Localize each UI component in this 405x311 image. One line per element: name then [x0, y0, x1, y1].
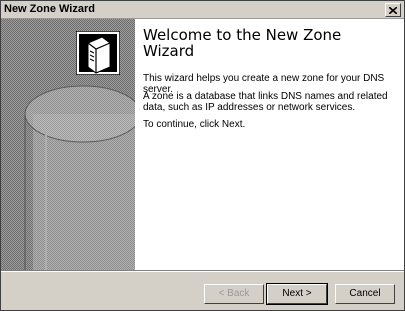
footer-divider	[1, 270, 404, 272]
back-button[interactable]: < Back	[204, 284, 264, 304]
wizard-heading: Welcome to the New Zone Wizard	[143, 26, 342, 60]
window-title: New Zone Wizard	[4, 3, 95, 15]
continue-instruction-text: To continue, click Next.	[143, 119, 246, 130]
wizard-content: Welcome to the New Zone Wizard This wiza…	[75, 19, 404, 270]
zone-description-text: A zone is a database that links DNS name…	[143, 91, 388, 113]
close-icon	[389, 6, 397, 14]
wizard-window: New Zone Wizard Welcome to the New Zone …	[0, 0, 405, 311]
close-button[interactable]	[385, 3, 401, 17]
server-icon	[75, 30, 121, 76]
cancel-button[interactable]: Cancel	[335, 284, 395, 304]
next-button[interactable]: Next >	[266, 283, 328, 305]
title-bar: New Zone Wizard	[1, 1, 404, 19]
